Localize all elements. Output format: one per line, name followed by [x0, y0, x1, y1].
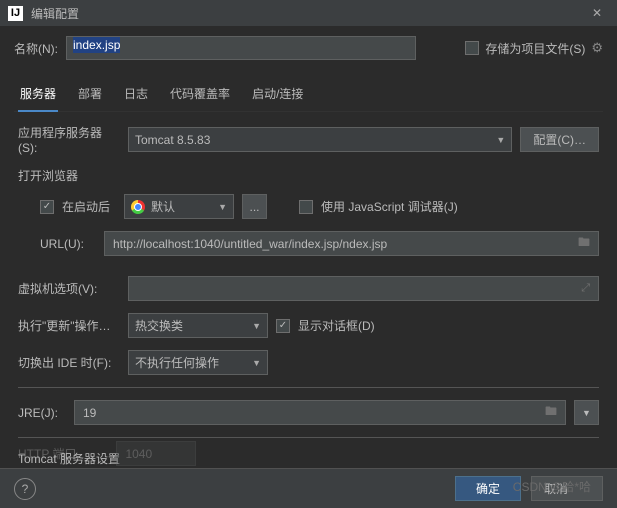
vm-options-input[interactable]: ⤢ — [128, 276, 599, 301]
jre-label: JRE(J): — [18, 406, 66, 420]
http-port-input[interactable]: 1040 — [116, 441, 196, 466]
http-port-label: HTTP 端口 — [18, 445, 76, 462]
jre-input[interactable]: 19 🖿 — [74, 400, 566, 425]
expand-icon[interactable]: ⤢ — [581, 282, 590, 295]
tab-coverage[interactable]: 代码覆盖率 — [168, 80, 232, 111]
name-label: 名称(N): — [14, 40, 66, 57]
url-input[interactable]: http://localhost:1040/untitled_war/index… — [104, 231, 599, 256]
on-update-select[interactable]: 热交换类▼ — [128, 313, 268, 338]
after-launch-checkbox[interactable]: ✓ — [40, 200, 54, 214]
chrome-icon — [131, 200, 145, 214]
show-dialog-label: 显示对话框(D) — [298, 317, 375, 334]
browser-more-button[interactable]: ... — [242, 194, 267, 219]
appserver-label: 应用程序服务器(S): — [18, 124, 120, 155]
show-dialog-checkbox[interactable]: ✓ — [276, 319, 290, 333]
js-debugger-label: 使用 JavaScript 调试器(J) — [321, 198, 458, 215]
url-label: URL(U): — [40, 237, 96, 251]
after-launch-label: 在启动后 — [62, 198, 110, 215]
tab-deploy[interactable]: 部署 — [76, 80, 104, 111]
on-frame-label: 切换出 IDE 时(F): — [18, 354, 120, 371]
jre-dropdown-button[interactable]: ▼ — [574, 400, 599, 425]
tabs: 服务器 部署 日志 代码覆盖率 启动/连接 — [14, 70, 603, 112]
app-icon: IJ — [8, 6, 23, 21]
tab-server[interactable]: 服务器 — [18, 80, 58, 112]
name-input[interactable]: index.jsp — [66, 36, 416, 60]
close-icon[interactable]: ✕ — [585, 6, 609, 20]
folder-icon[interactable]: 🖿 — [545, 402, 557, 423]
help-button[interactable]: ? — [14, 478, 36, 500]
browser-section-title: 打开浏览器 — [18, 167, 599, 184]
cancel-button[interactable]: 取消 — [531, 476, 603, 501]
configure-button[interactable]: 配置(C)… — [520, 127, 599, 152]
on-update-label: 执行"更新"操作… — [18, 317, 120, 334]
dialog-title: 编辑配置 — [31, 5, 585, 22]
js-debugger-checkbox[interactable] — [299, 200, 313, 214]
browser-select[interactable]: 默认 ▼ — [124, 194, 234, 219]
store-as-project-checkbox[interactable] — [465, 41, 479, 55]
store-as-project-label: 存储为项目文件(S) — [485, 40, 585, 57]
tab-startup[interactable]: 启动/连接 — [250, 80, 305, 111]
vm-options-label: 虚拟机选项(V): — [18, 280, 120, 297]
ok-button[interactable]: 确定 — [455, 476, 521, 501]
chevron-down-icon: ▼ — [252, 321, 261, 331]
folder-icon[interactable]: 🖿 — [578, 233, 590, 254]
tab-logs[interactable]: 日志 — [122, 80, 150, 111]
gear-icon[interactable]: ⚙ — [591, 40, 603, 56]
chevron-down-icon: ▼ — [496, 135, 505, 145]
chevron-down-icon: ▼ — [218, 202, 227, 212]
chevron-down-icon: ▼ — [252, 358, 261, 368]
appserver-select[interactable]: Tomcat 8.5.83▼ — [128, 127, 512, 152]
on-frame-select[interactable]: 不执行任何操作▼ — [128, 350, 268, 375]
